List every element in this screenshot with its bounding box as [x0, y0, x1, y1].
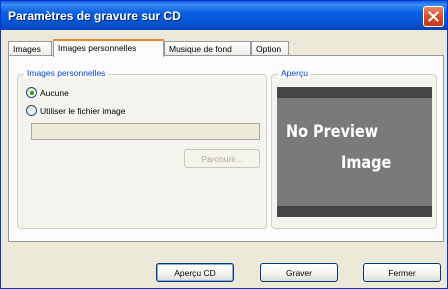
tab-background-music[interactable]: Musique de fond	[164, 41, 251, 56]
tab-option[interactable]: Option	[251, 41, 289, 56]
radio-none[interactable]	[26, 87, 37, 98]
burn-settings-dialog: Paramètres de gravure sur CD Images Imag…	[0, 0, 448, 289]
preview-placeholder: No Preview Image	[277, 98, 432, 206]
preview-cd-button[interactable]: Aperçu CD	[156, 263, 234, 282]
burn-button[interactable]: Graver	[260, 263, 338, 282]
window-title: Paramètres de gravure sur CD	[8, 9, 181, 23]
no-preview-text-line1: No Preview	[286, 122, 379, 142]
close-button[interactable]: Fermer	[363, 263, 441, 282]
tab-personal-images[interactable]: Images personnelles	[53, 39, 164, 57]
preview-image: No Preview Image	[277, 87, 432, 217]
radio-use-file-label: Utiliser le fichier image	[40, 105, 126, 116]
preview-group-label: Aperçu	[278, 68, 311, 78]
radio-use-file-option[interactable]: Utiliser le fichier image	[26, 105, 126, 116]
title-bar[interactable]: Paramètres de gravure sur CD	[1, 1, 447, 30]
personal-images-group-label: Images personnelles	[24, 68, 109, 78]
browse-button[interactable]: Parcourir...	[184, 149, 260, 168]
tab-images[interactable]: Images	[8, 41, 52, 56]
radio-none-option[interactable]: Aucune	[26, 87, 69, 98]
close-icon	[428, 11, 439, 22]
close-window-button[interactable]	[423, 6, 444, 27]
radio-use-file[interactable]	[26, 105, 37, 116]
image-file-path-field[interactable]	[31, 123, 260, 140]
radio-none-label: Aucune	[40, 87, 69, 98]
no-preview-text-line2: Image	[341, 153, 392, 173]
